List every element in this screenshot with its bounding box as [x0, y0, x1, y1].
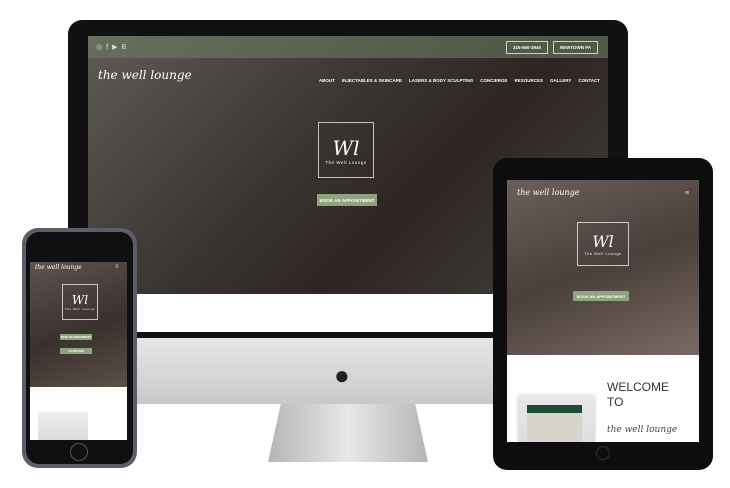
nav-contact[interactable]: CONTACT [578, 78, 600, 83]
nav-lasers[interactable]: LASERS & BODY SCULPTING [409, 78, 473, 83]
phone-site-preview: the well lounge ≡ Wl The Well Lounge BOO… [30, 262, 127, 440]
location-button[interactable]: NEWTOWN PA [553, 41, 598, 54]
imac-stand [268, 404, 428, 462]
welcome-heading: WELCOME TO [607, 380, 670, 409]
nav-injectables[interactable]: INJECTABLES & SKINCARE [342, 78, 402, 83]
interior-photo-inset [527, 405, 582, 442]
phone-logo[interactable]: the well lounge [35, 264, 82, 271]
monogram-text: Wl [332, 135, 360, 160]
monogram-logo: Wl The Well Lounge [318, 122, 374, 178]
phone-interior-photo [38, 412, 88, 440]
social-icons: ◎f▶B [96, 43, 130, 51]
apple-logo-icon: ● [334, 360, 350, 390]
monogram-subtitle: The Well Lounge [64, 307, 96, 311]
phone-call-button[interactable]: 215-560-3940 [60, 348, 92, 354]
tablet-home-button [596, 446, 610, 460]
phone-button[interactable]: 215-560-3940 [506, 41, 548, 54]
tablet-book-button[interactable]: BOOK AN APPOINTMENT [573, 291, 629, 301]
nav-resources[interactable]: RESOURCES [514, 78, 543, 83]
menu-icon[interactable]: ≡ [685, 190, 689, 197]
phone-monogram: Wl The Well Lounge [62, 284, 98, 320]
welcome-script: the well lounge [607, 425, 678, 435]
monogram-text: Wl [592, 232, 614, 251]
tablet-logo[interactable]: the well lounge [517, 188, 579, 197]
nav-about[interactable]: ABOUT [319, 78, 335, 83]
nav-concierge[interactable]: CONCIERGE [480, 78, 507, 83]
phone-home-button [70, 443, 88, 461]
tablet-hero [507, 180, 699, 355]
phone-book-button[interactable]: BOOK AN APPOINTMENT [60, 334, 92, 340]
nav-gallery[interactable]: GALLERY [550, 78, 571, 83]
main-nav: ABOUT INJECTABLES & SKINCARE LASERS & BO… [319, 78, 600, 83]
site-logo[interactable]: the well lounge [98, 68, 192, 82]
tablet-site-preview: the well lounge ≡ Wl The Well Lounge BOO… [507, 180, 699, 442]
book-appointment-button[interactable]: BOOK AN APPOINTMENT [317, 194, 377, 206]
instagram-icon[interactable]: ◎ [96, 44, 106, 51]
menu-icon[interactable]: ≡ [115, 264, 119, 270]
blog-icon[interactable]: B [121, 44, 130, 51]
monogram-subtitle: The Well Lounge [584, 251, 622, 256]
phone-hero [30, 262, 127, 387]
tablet-monogram: Wl The Well Lounge [577, 222, 629, 266]
monogram-text: Wl [71, 293, 89, 307]
monogram-subtitle: The Well Lounge [325, 159, 367, 165]
